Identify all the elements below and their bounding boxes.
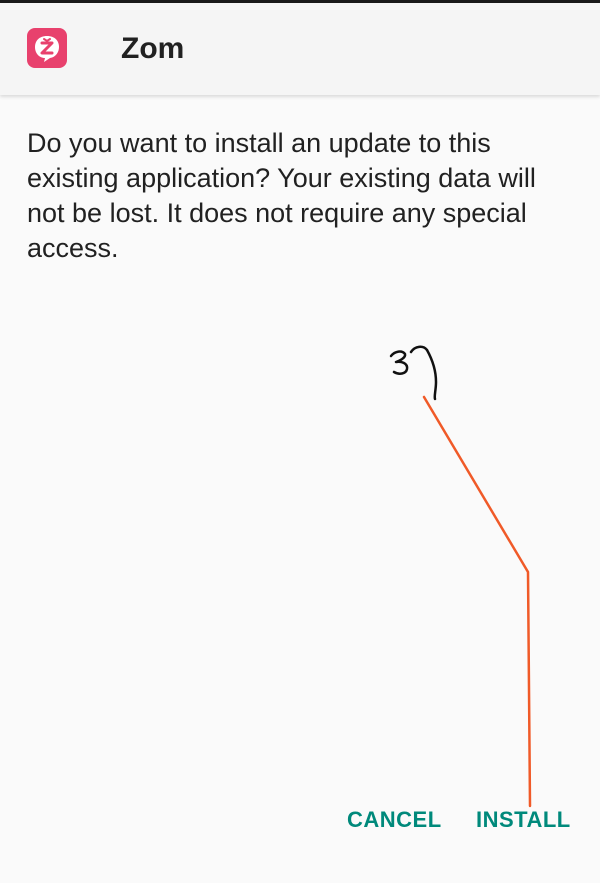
cancel-button[interactable]: CANCEL (347, 806, 442, 834)
handwritten-glyph (389, 345, 438, 401)
annotation-pointer-line (422, 395, 532, 808)
install-message: Do you want to install an update to this… (27, 128, 536, 263)
install-button[interactable]: INSTALL (476, 806, 571, 834)
app-name: Zom (121, 32, 185, 65)
app-header: Zom (0, 3, 600, 95)
zom-app-icon (27, 28, 67, 68)
